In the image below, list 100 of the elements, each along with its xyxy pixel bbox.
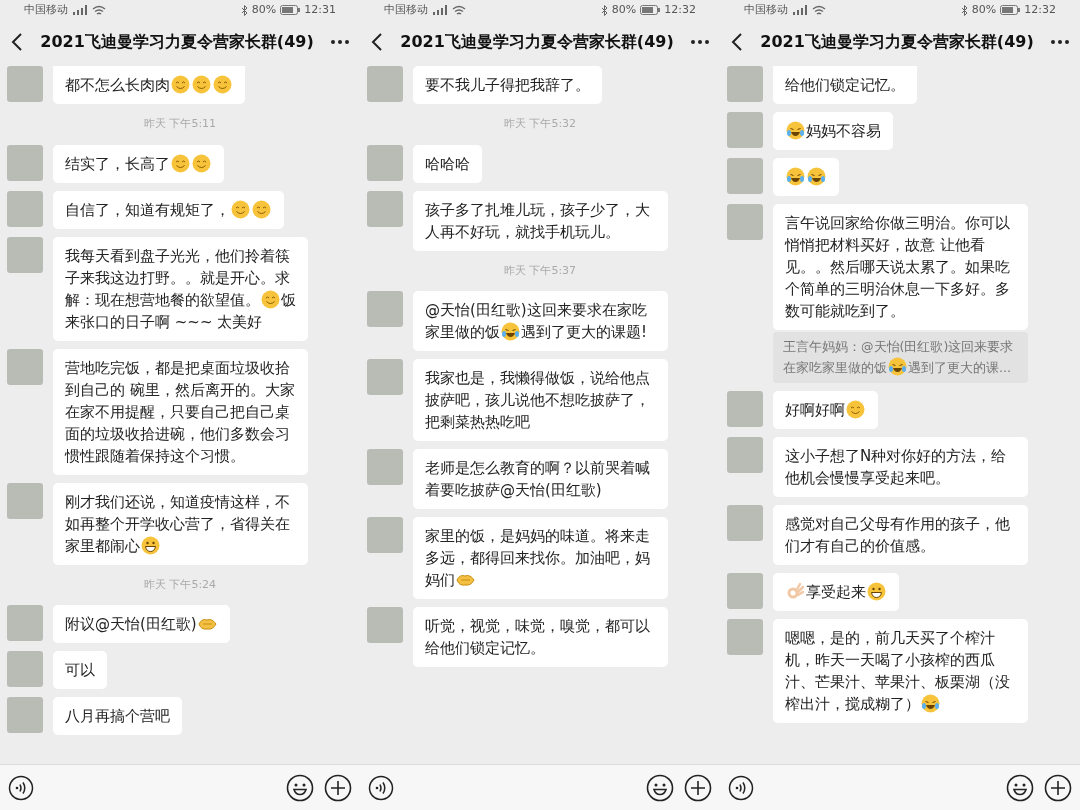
message-bubble: 老师是怎么教育的啊？以前哭着喊着要吃披萨@天怡(田红歌) — [413, 449, 668, 509]
timestamp: 昨天 下午5:24 — [143, 576, 217, 593]
timestamp: 昨天 下午5:32 — [503, 116, 577, 132]
avatar-placeholder — [727, 391, 763, 427]
chat-title: 2021飞迪曼学习力夏令营家长群(49) — [759, 31, 1035, 53]
ok-hand-icon — [786, 582, 805, 601]
avatar-placeholder — [367, 517, 403, 553]
avatar-placeholder — [727, 437, 763, 473]
message-bubble: 嗯嗯，是的，前几天买了个榨汁机，昨天一天喝了小孩榨的西瓜汁、芒果汁、苹果汁、板栗湖（没榨出汁，搅成糊了） — [773, 619, 1028, 723]
message-bubble: 这小子想了N种对你好的方法，给他机会慢慢享受起来吧。 — [773, 437, 1028, 497]
bluetooth-icon — [960, 4, 968, 16]
clock-time: 12:31 — [304, 1, 336, 18]
crying-laugh-icon — [501, 322, 520, 341]
timestamp: 昨天 下午5:11 — [143, 116, 217, 132]
message-bubble: 孩子多了扎堆儿玩，孩子少了，大人再不好玩，就找手机玩儿。 — [413, 190, 668, 251]
signal-icon — [72, 5, 88, 15]
battery-percent: 80% — [251, 1, 277, 18]
emoji-icon[interactable] — [646, 773, 674, 802]
clock-time: 12:32 — [1024, 1, 1056, 18]
voice-icon[interactable] — [368, 774, 394, 801]
voice-icon[interactable] — [728, 774, 754, 801]
smiley-icon — [192, 153, 211, 173]
avatar-placeholder — [727, 505, 763, 541]
avatar-placeholder — [727, 158, 763, 194]
grin-face-icon — [867, 582, 886, 601]
battery-icon — [280, 5, 301, 15]
voice-icon[interactable] — [8, 774, 34, 801]
message-bubble: 我家也是，我懒得做饭，说给他点披萨吧，孩儿说他不想吃披萨了，把剩菜热热吃吧 — [413, 359, 668, 441]
plus-icon[interactable] — [324, 773, 352, 802]
carrier-name: 中国移动 — [384, 1, 428, 18]
message-bubble: 言午说回家给你做三明治。你可以悄悄把材料买好，故意 让他看见。。然后哪天说太累了。如果吃个简单的三明治休息一下多好。多数可能就吃到了。 — [773, 204, 1028, 330]
clock-time: 12:32 — [664, 1, 696, 18]
more-icon[interactable] — [690, 39, 710, 45]
avatar-placeholder — [727, 619, 763, 655]
smiley-icon — [171, 153, 190, 173]
avatar-placeholder — [7, 236, 43, 273]
message-bubble: 好啊好啊 — [773, 391, 878, 429]
avatar-placeholder — [367, 607, 403, 643]
message-bubble: 八月再搞个营吧 — [53, 697, 182, 735]
smiley-icon — [192, 75, 211, 94]
back-icon[interactable] — [10, 32, 24, 52]
quoted-message: 王言午妈妈：@天怡(田红歌)这回来要求在家吃家里做的饭 遇到了更大的课... — [773, 332, 1028, 383]
wifi-icon — [92, 4, 106, 16]
timestamp: 昨天 下午5:37 — [503, 262, 577, 279]
smiley-icon — [846, 400, 865, 419]
crying-laugh-icon — [807, 167, 826, 186]
avatar-placeholder — [7, 348, 43, 385]
message-bubble: 听觉，视觉，味觉，嗅觉，都可以给他们锁定记忆。 — [413, 607, 668, 667]
avatar-placeholder — [7, 605, 43, 641]
chat-title: 2021飞迪曼学习力夏令营家长群(49) — [39, 31, 315, 53]
bluetooth-icon — [240, 4, 248, 16]
avatar-placeholder — [367, 144, 403, 181]
smiley-icon — [252, 199, 271, 219]
bluetooth-icon — [600, 4, 608, 16]
avatar-placeholder — [367, 449, 403, 485]
message-bubble: 附议@天怡(田红歌) — [53, 605, 230, 643]
wifi-icon — [452, 4, 466, 16]
message-bubble: 要不我儿子得把我辞了。 — [413, 66, 602, 104]
message-bubble: 妈妈不容易 — [773, 112, 893, 150]
battery-icon — [640, 5, 661, 15]
message-bubble: 哈哈哈 — [413, 144, 482, 183]
battery-percent: 80% — [611, 1, 637, 18]
chat-title: 2021飞迪曼学习力夏令营家长群(49) — [399, 31, 675, 53]
avatar-placeholder — [367, 291, 403, 327]
message-bubble: 感觉对自己父母有作用的孩子，他们才有自己的价值感。 — [773, 505, 1028, 565]
message-bubble: 营地吃完饭，都是把桌面垃圾收拾到自己的 碗里，然后离开的。大家在家不用提醒，只要自己把自己桌面的垃圾收拾进碗，他们多数会习惯性跟随着保持这个习惯。 — [53, 348, 308, 475]
grin-face-icon — [141, 535, 160, 555]
plus-icon[interactable] — [684, 773, 712, 802]
emoji-icon[interactable] — [1006, 773, 1034, 802]
avatar-placeholder — [727, 573, 763, 609]
message-bubble: 我每天看到盘子光光，他们拎着筷子来我这边打野。。就是开心。求解：现在想营地餐的欲望值。 饭来张口的日子啊 ~~~ 太美好 — [53, 236, 308, 341]
battery-percent: 80% — [971, 1, 997, 18]
avatar-placeholder — [7, 66, 43, 102]
avatar-placeholder — [367, 190, 403, 227]
avatar-placeholder — [727, 66, 763, 102]
avatar-placeholder — [7, 697, 43, 733]
message-bubble: 刚才我们还说，知道疫情这样，不如再整个开学收心营了，省得关在家里都闹心 — [53, 482, 308, 565]
smiley-icon — [261, 289, 280, 309]
crying-laugh-icon — [786, 167, 805, 186]
message-bubble: 家里的饭，是妈妈的味道。将来走多远，都得回来找你。加油吧，妈妈们 — [413, 517, 668, 599]
avatar-placeholder — [727, 204, 763, 240]
signal-icon — [432, 5, 448, 15]
avatar-placeholder — [7, 144, 43, 181]
more-icon[interactable] — [1050, 39, 1070, 45]
emoji-icon[interactable] — [286, 773, 314, 802]
wifi-icon — [812, 4, 826, 16]
smiley-icon — [213, 75, 232, 94]
back-icon[interactable] — [730, 32, 744, 52]
avatar-placeholder — [7, 651, 43, 687]
message-bubble: 自信了，知道有规矩了， — [53, 190, 284, 229]
avatar-placeholder — [367, 359, 403, 395]
plus-icon[interactable] — [1044, 773, 1072, 802]
more-icon[interactable] — [330, 39, 350, 45]
avatar-placeholder — [7, 190, 43, 227]
back-icon[interactable] — [370, 32, 384, 52]
message-bubble: @天怡(田红歌)这回来要求在家吃家里做的饭 遇到了更大的课题! — [413, 291, 668, 351]
avatar-placeholder — [367, 66, 403, 102]
crying-laugh-icon — [786, 121, 805, 140]
battery-icon — [1000, 5, 1021, 15]
message-bubble: 可以 — [53, 651, 107, 689]
